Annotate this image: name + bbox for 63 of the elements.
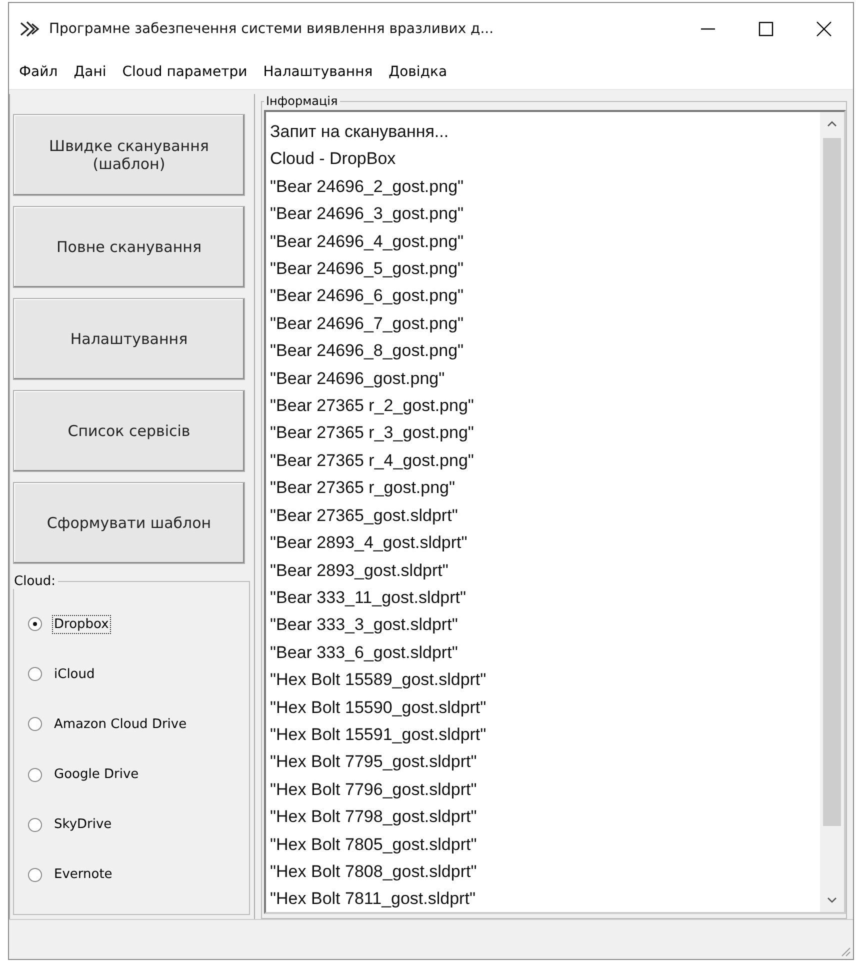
resize-grip-icon[interactable] [839, 945, 851, 957]
action-button[interactable]: Список сервісів [13, 390, 245, 472]
log-line: "Bear 24696_5_gost.png" [270, 258, 465, 280]
log-line: "Bear 24696_3_gost.png" [270, 203, 465, 226]
radio-label[interactable]: Google Drive [52, 765, 141, 784]
app-icon [19, 19, 41, 39]
window-title: Програмне забезпечення системи виявлення вразливих д... [49, 21, 495, 37]
menu-item[interactable]: Файл [19, 64, 58, 80]
log-line: "Bear 24696_7_gost.png" [270, 312, 465, 335]
action-button[interactable]: Налаштування [13, 298, 245, 380]
log-line: "Hex Bolt 15590_gost.sldprt" [270, 696, 488, 719]
log-line: "Hex Bolt 15591_gost.sldprt" [270, 724, 488, 746]
log-line: "Hex Bolt 7795_gost.sldprt" [270, 751, 478, 774]
log-line: "Hex Bolt 7811_gost.sldprt" [270, 888, 476, 910]
log-line: "Bear 333_3_gost.sldprt" [270, 614, 459, 636]
log-line: "Hex Bolt 7796_gost.sldprt" [270, 778, 478, 801]
log-line: "Hex Bolt 7805_gost.sldprt" [270, 834, 478, 856]
radio-button[interactable] [28, 768, 42, 782]
log-line: "Hex Bolt 15589_gost.sldprt" [270, 669, 488, 692]
scroll-up-icon[interactable] [827, 120, 837, 128]
log-line: "Bear 2893_4_gost.sldprt" [270, 532, 468, 554]
radio-label[interactable]: SkyDrive [52, 815, 114, 834]
radio-button[interactable] [28, 818, 42, 832]
radio-label[interactable]: Amazon Cloud Drive [52, 714, 189, 734]
log-line: "Bear 24696_gost.png" [270, 368, 446, 390]
group-label: Cloud: [13, 574, 57, 589]
action-button[interactable]: Сформувати шаблон [13, 482, 245, 564]
log-line: Запит на сканування... [270, 121, 450, 143]
menu-item[interactable]: Дані [74, 64, 106, 80]
log-line: "Bear 27365_gost.sldprt" [270, 504, 459, 527]
scrollbar[interactable] [820, 112, 844, 912]
log-line: "Hex Bolt 7798_gost.sldprt" [270, 806, 478, 828]
action-button[interactable]: Швидке сканування (шаблон) [13, 114, 245, 196]
log-line: "Bear 333_6_gost.sldprt" [270, 642, 459, 664]
close-icon [816, 21, 832, 37]
log-line: "Bear 27365 r_3_gost.png" [270, 422, 475, 444]
menu-item[interactable]: Довідка [388, 64, 448, 80]
log-line: "Bear 333_11_gost.sldprt" [270, 586, 468, 609]
log-line: "Bear 27365 r_4_gost.png" [270, 450, 475, 472]
scroll-down-icon[interactable] [827, 896, 837, 904]
menu-item[interactable]: Cloud параметри [122, 64, 248, 80]
log-line: Cloud - DropBox [270, 148, 397, 170]
radio-label[interactable]: iCloud [52, 664, 97, 684]
action-button[interactable]: Повне сканування [13, 206, 245, 288]
radio-button[interactable] [28, 617, 42, 632]
log-line: "Bear 24696_2_gost.png" [270, 176, 465, 198]
minimize-icon [700, 28, 716, 30]
radio-label[interactable]: Dropbox [52, 614, 111, 634]
log-line: "Hex Bolt 7808_gost.sldprt" [270, 860, 478, 883]
log-line: "Bear 2893_gost.sldprt" [270, 560, 450, 582]
radio-label[interactable]: Evernote [52, 865, 114, 884]
log-line: "Bear 27365 r_gost.png" [270, 477, 456, 500]
log-line: "Bear 24696_4_gost.png" [270, 230, 465, 253]
log-line: "Bear 24696_8_gost.png" [270, 340, 465, 362]
radio-button[interactable] [28, 868, 42, 882]
maximize-icon [758, 21, 774, 37]
radio-button[interactable] [28, 667, 42, 682]
group-label: Інформація [265, 94, 339, 108]
radio-button[interactable] [28, 717, 42, 732]
log-line: "Bear 24696_6_gost.png" [270, 285, 465, 308]
log-line: "Bear 27365 r_2_gost.png" [270, 395, 475, 418]
menu-item[interactable]: Налаштування [263, 64, 373, 80]
scrollbar-thumb[interactable] [823, 138, 841, 826]
